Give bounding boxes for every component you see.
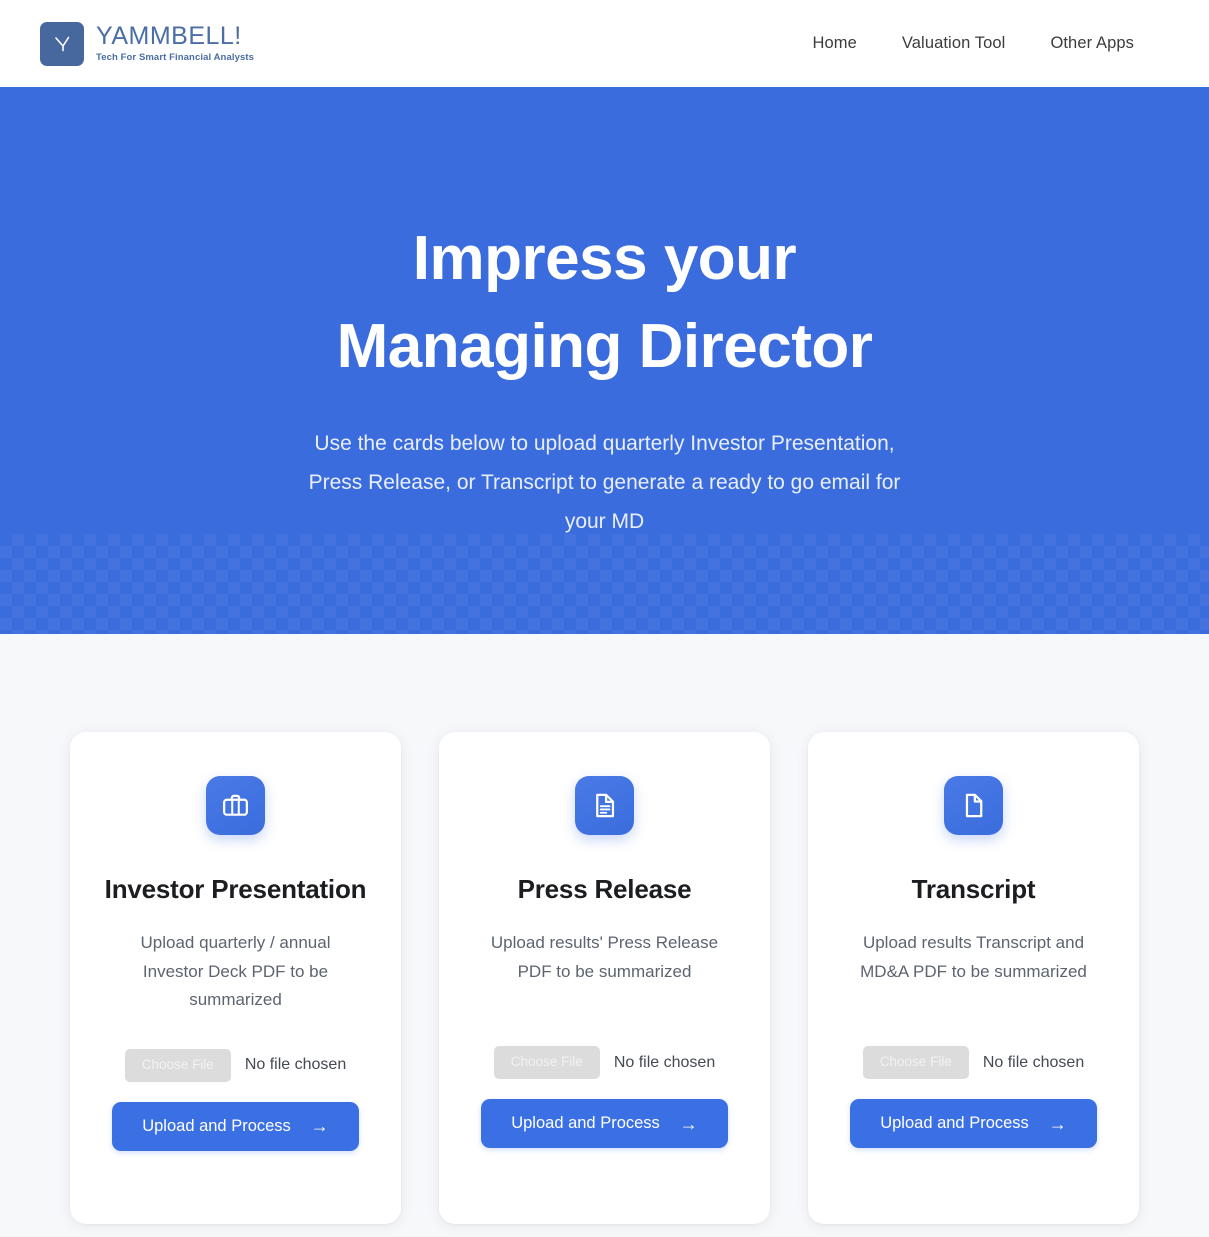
card-title: Press Release	[517, 874, 692, 904]
arrow-right-icon: →	[679, 1113, 698, 1134]
nav-link-home[interactable]: Home	[812, 34, 856, 53]
hero-checker-pattern	[0, 534, 1209, 634]
file-status-text: No file chosen	[244, 1056, 347, 1074]
clock-hands-icon	[40, 21, 84, 66]
hero-banner: Impress your Managing Director Use the c…	[0, 87, 1209, 634]
choose-file-button[interactable]: Choose File	[493, 1046, 600, 1080]
file-input-row[interactable]: Choose File No file chosen	[124, 1048, 347, 1082]
file-input-row[interactable]: Choose File No file chosen	[862, 1046, 1085, 1080]
file-status-text: No file chosen	[613, 1053, 716, 1071]
card-press-release[interactable]: Press Release Upload results' Press Rele…	[439, 732, 770, 1224]
upload-cards-row: Investor Presentation Upload quarterly /…	[70, 732, 1139, 1224]
upload-cards-section: Investor Presentation Upload quarterly /…	[0, 634, 1209, 1224]
card-description: Upload results' Press Release PDF to be …	[490, 933, 719, 981]
brand-text: YAMMBELL! Tech For Smart Financial Analy…	[96, 24, 254, 63]
site-header: YAMMBELL! Tech For Smart Financial Analy…	[0, 0, 1209, 87]
card-title: Investor Presentation	[104, 874, 367, 904]
upload-button-label: Upload and Process	[511, 1114, 660, 1133]
arrow-right-icon: →	[310, 1116, 329, 1137]
choose-file-button[interactable]: Choose File	[124, 1048, 231, 1082]
card-investor-presentation[interactable]: Investor Presentation Upload quarterly /…	[70, 732, 401, 1224]
file-status-text: No file chosen	[982, 1053, 1085, 1071]
document-page-icon	[944, 776, 1003, 835]
brand-name: YAMMBELL!	[96, 22, 242, 51]
briefcase-icon	[206, 776, 265, 835]
upload-and-process-button[interactable]: Upload and Process →	[112, 1101, 359, 1151]
file-input-row[interactable]: Choose File No file chosen	[493, 1046, 716, 1080]
hero-subtitle: Use the cards below to upload quarterly …	[308, 432, 901, 533]
upload-button-label: Upload and Process	[880, 1114, 1029, 1133]
upload-button-label: Upload and Process	[142, 1116, 291, 1135]
brand-logo[interactable]: YAMMBELL! Tech For Smart Financial Analy…	[40, 21, 254, 66]
upload-and-process-button[interactable]: Upload and Process →	[850, 1099, 1097, 1149]
arrow-right-icon: →	[1048, 1113, 1067, 1134]
primary-navigation: Home Valuation Tool Other Apps	[812, 34, 1134, 53]
document-lines-icon	[575, 776, 634, 835]
card-description: Upload quarterly / annual Investor Deck …	[140, 933, 331, 1010]
nav-link-valuation-tool[interactable]: Valuation Tool	[902, 34, 1006, 53]
card-description: Upload results Transcript and MD&A PDF t…	[860, 933, 1087, 981]
upload-and-process-button[interactable]: Upload and Process →	[481, 1099, 728, 1149]
brand-tagline: Tech For Smart Financial Analysts	[96, 52, 254, 64]
choose-file-button[interactable]: Choose File	[862, 1046, 969, 1080]
card-transcript[interactable]: Transcript Upload results Transcript and…	[808, 732, 1139, 1224]
card-title: Transcript	[911, 874, 1036, 904]
nav-link-other-apps[interactable]: Other Apps	[1050, 34, 1134, 53]
page-title: Impress your Managing Director	[336, 224, 873, 382]
